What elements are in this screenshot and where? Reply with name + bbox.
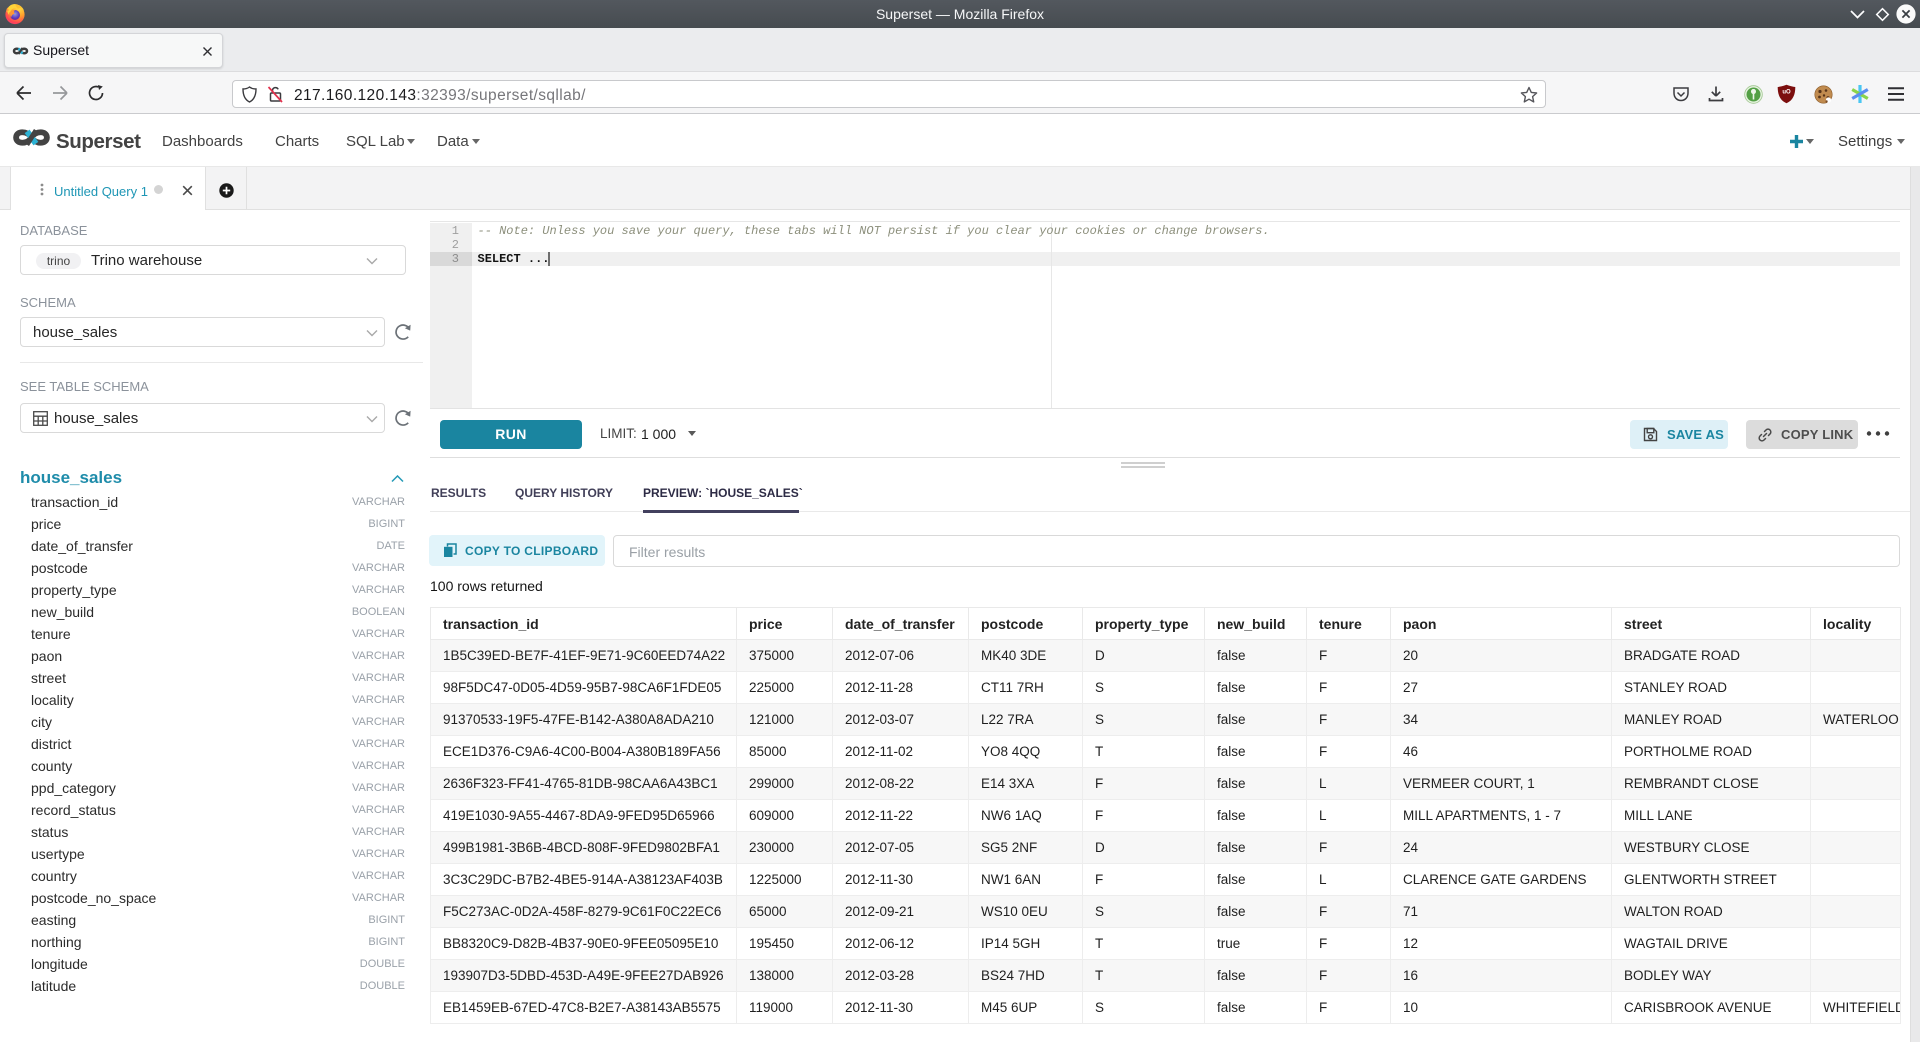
svg-text:uO: uO: [1782, 90, 1791, 96]
